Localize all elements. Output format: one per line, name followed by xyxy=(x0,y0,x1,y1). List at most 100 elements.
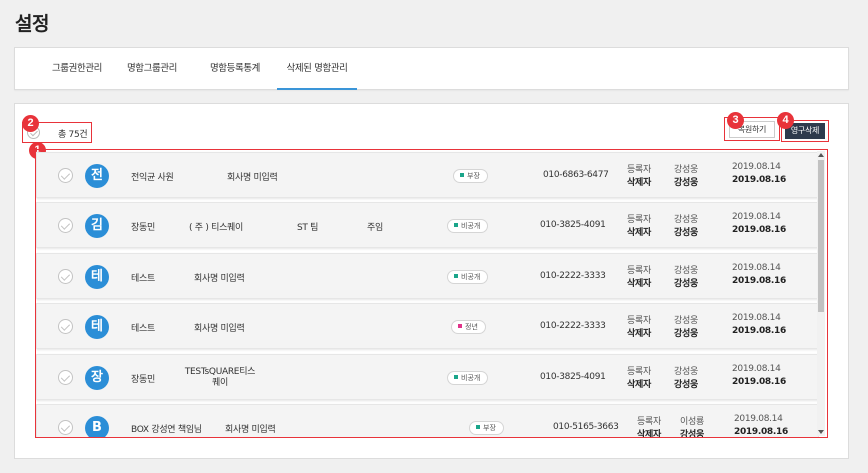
table-row[interactable]: 김 장동민 ( 주 ) 티스퀘이 ST 팀 주임 비공개 010-3825-4091 등록자 삭… xyxy=(36,202,819,248)
avatar: 테 xyxy=(85,265,109,289)
deleted-date: 2019.08.16 xyxy=(732,326,786,336)
annotation-badge-3: 3 xyxy=(727,112,744,129)
registrant-label: 등록자 xyxy=(637,417,661,427)
tab-card-stats[interactable]: 명함등록통계 xyxy=(195,48,275,90)
tab-group-permissions[interactable]: 그룹권한관리 xyxy=(37,48,117,90)
company-name: 회사명 미입력 xyxy=(194,324,245,334)
avatar: 장 xyxy=(85,366,109,390)
row-checkbox[interactable] xyxy=(58,218,73,233)
avatar: 김 xyxy=(85,214,109,238)
tag-dot-icon xyxy=(460,173,464,177)
deleter-name: 강성웅 xyxy=(674,279,698,289)
registrant-name: 강성웅 xyxy=(674,367,698,377)
row-checkbox[interactable] xyxy=(58,319,73,334)
registered-date: 2019.08.14 xyxy=(732,162,781,172)
row-checkbox[interactable] xyxy=(58,420,73,435)
contact-name: 장동민 xyxy=(131,375,155,385)
phone-number: 010-3825-4091 xyxy=(540,220,606,230)
phone-number: 010-2222-3333 xyxy=(540,271,606,281)
deleted-card-list: 전 전익균 사원 회사명 미입력 부장 010-6863-6477 등록자 삭제자 강성웅 강성… xyxy=(35,149,828,438)
phone-number: 010-5165-3663 xyxy=(553,422,619,432)
scroll-up-icon[interactable] xyxy=(818,153,824,157)
contact-name: 장동민 xyxy=(131,223,155,233)
group-tag: 부장 xyxy=(453,169,488,183)
registrant-name: 강성웅 xyxy=(674,316,698,326)
table-row[interactable]: 테 테스트 회사명 미입력 비공개 010-2222-3333 등록자 삭제자 강성웅 강성웅 2… xyxy=(36,253,819,299)
registrant-label: 등록자 xyxy=(627,266,651,276)
group-tag-label: 정년 xyxy=(465,323,478,331)
contact-name: 테스트 xyxy=(131,324,155,334)
tab-bar: 그룹권한관리 명함그룹관리 명함등록통계 삭제된 명함관리 xyxy=(14,47,849,90)
registrant-name: 강성웅 xyxy=(674,266,698,276)
table-row[interactable]: 장 장동민 TESTsQUARE티스퀘이 비공개 010-3825-4091 등록자삭제자… xyxy=(36,354,819,400)
group-tag: 부장 xyxy=(469,421,504,435)
registrant-label: 등록자 xyxy=(627,367,651,377)
scroll-thumb[interactable] xyxy=(818,160,824,312)
phone-number: 010-2222-3333 xyxy=(540,321,606,331)
company-name: 회사명 미입력 xyxy=(227,173,278,183)
deleter-label: 삭제자 xyxy=(627,279,651,289)
group-tag: 정년 xyxy=(451,320,486,334)
deleter-name: 강성웅 xyxy=(674,329,698,339)
registered-date: 2019.08.14 xyxy=(734,414,783,424)
deleted-date: 2019.08.16 xyxy=(734,427,788,437)
deleted-date: 2019.08.16 xyxy=(732,276,786,286)
row-checkbox[interactable] xyxy=(58,370,73,385)
card-rows: 전 전익균 사원 회사명 미입력 부장 010-6863-6477 등록자 삭제자 강성웅 강성… xyxy=(36,150,819,437)
registrant-name: 강성웅 xyxy=(674,165,698,175)
deleted-date: 2019.08.16 xyxy=(732,175,786,185)
group-tag: 비공개 xyxy=(447,219,489,233)
registered-date: 2019.08.14 xyxy=(732,212,781,222)
annotation-badge-2: 2 xyxy=(22,115,39,132)
group-tag: 비공개 xyxy=(447,371,489,385)
contact-name: 테스트 xyxy=(131,274,155,284)
table-row[interactable]: 테 테스트 회사명 미입력 정년 010-2222-3333 등록자 삭제자 강성웅 강성웅 20… xyxy=(36,303,819,349)
deleter-name: 강성웅 xyxy=(680,430,704,437)
deleter-name: 강성웅 xyxy=(674,178,698,188)
tab-card-groups[interactable]: 명함그룹관리 xyxy=(115,48,189,90)
group-tag-label: 비공개 xyxy=(461,222,481,230)
registrant-label: 등록자 xyxy=(627,316,651,326)
group-tag-label: 부장 xyxy=(483,424,496,432)
group-tag-label: 부장 xyxy=(467,172,480,180)
registrant-label: 등록자 xyxy=(627,215,651,225)
deleter-label: 삭제자 xyxy=(627,178,651,188)
registered-date: 2019.08.14 xyxy=(732,313,781,323)
avatar: 전 xyxy=(85,164,109,188)
row-checkbox[interactable] xyxy=(58,168,73,183)
group-tag: 비공개 xyxy=(447,270,489,284)
tag-dot-icon xyxy=(454,223,458,227)
table-row[interactable]: B BOX 강성연 책임님 회사명 미입력 부장 010-5165-3663 등록자 삭제자… xyxy=(36,404,819,437)
job-title: 주임 xyxy=(367,223,383,233)
table-row[interactable]: 전 전익균 사원 회사명 미입력 부장 010-6863-6477 등록자 삭제자 강성웅 강성… xyxy=(36,152,819,198)
tag-dot-icon xyxy=(454,274,458,278)
team-name: ST 팀 xyxy=(297,223,319,233)
row-checkbox[interactable] xyxy=(58,269,73,284)
tag-dot-icon xyxy=(458,324,462,328)
group-tag-label: 비공개 xyxy=(461,374,481,382)
list-scrollbar[interactable] xyxy=(817,151,825,436)
registrant-label: 등록자 xyxy=(627,165,651,175)
scroll-down-icon[interactable] xyxy=(818,430,824,434)
page-title: 설정 xyxy=(15,13,49,35)
group-tag-label: 비공개 xyxy=(461,273,481,281)
company-name: 회사명 미입력 xyxy=(194,274,245,284)
deleter-label: 삭제자 xyxy=(627,329,651,339)
contact-name: 전익균 사원 xyxy=(131,173,174,183)
deleter-label: 삭제자 xyxy=(637,430,661,437)
deleter-name: 강성웅 xyxy=(674,228,698,238)
avatar: B xyxy=(85,416,109,437)
registrant-name: 강성웅 xyxy=(674,215,698,225)
deleter-label: 삭제자 xyxy=(627,380,651,390)
company-name: TESTsQUARE티스퀘이 xyxy=(184,367,256,388)
deleted-date: 2019.08.16 xyxy=(732,225,786,235)
deleted-date: 2019.08.16 xyxy=(732,377,786,387)
tag-dot-icon xyxy=(454,375,458,379)
contact-name: BOX 강성연 책임님 xyxy=(131,425,202,435)
tab-deleted-cards[interactable]: 삭제된 명함관리 xyxy=(277,48,357,90)
registered-date: 2019.08.14 xyxy=(732,263,781,273)
tag-dot-icon xyxy=(476,425,480,429)
deleter-name: 강성웅 xyxy=(674,380,698,390)
registrant-name: 이성룡 xyxy=(680,417,704,427)
phone-number: 010-3825-4091 xyxy=(540,372,606,382)
